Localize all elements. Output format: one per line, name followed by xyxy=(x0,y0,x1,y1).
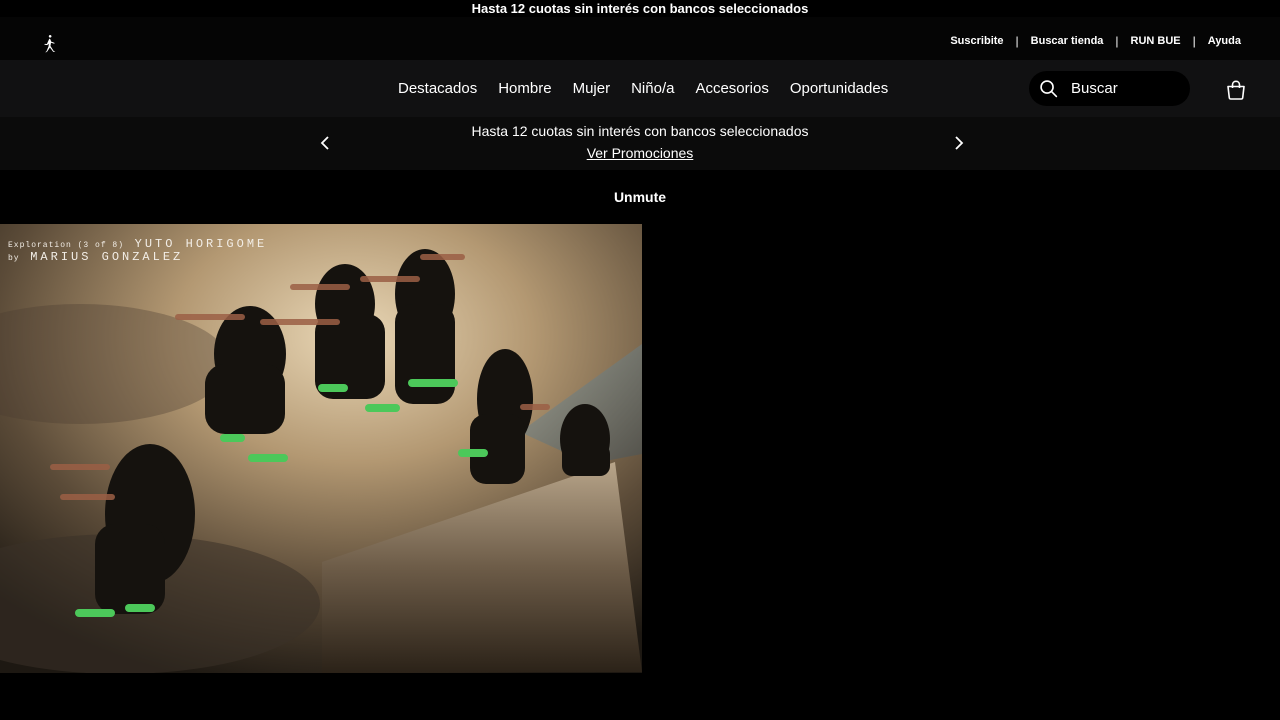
nav-menu: Destacados Hombre Mujer Niño/a Accesorio… xyxy=(398,80,888,97)
separator: | xyxy=(1115,34,1119,48)
main-nav: Destacados Hombre Mujer Niño/a Accesorio… xyxy=(0,60,1280,117)
search-box[interactable] xyxy=(1029,71,1190,106)
caption-by: by xyxy=(8,254,20,263)
nav-item-accessories[interactable]: Accesorios xyxy=(695,80,768,97)
promo-carousel: Hasta 12 cuotas sin interés con bancos s… xyxy=(0,117,1280,170)
view-promotions-link[interactable]: Ver Promociones xyxy=(587,145,694,161)
nav-item-sale[interactable]: Oportunidades xyxy=(790,80,888,97)
find-store-link[interactable]: Buscar tienda xyxy=(1031,35,1104,47)
search-input[interactable] xyxy=(1071,80,1181,97)
subscribe-link[interactable]: Suscribite xyxy=(950,35,1003,47)
top-banner-text: Hasta 12 cuotas sin interés con bancos s… xyxy=(471,1,809,16)
promo-text: Hasta 12 cuotas sin interés con bancos s… xyxy=(471,123,809,139)
promo-link-wrapper: Ver Promociones xyxy=(0,145,1280,161)
chevron-right-icon[interactable] xyxy=(952,135,966,151)
hero-video[interactable]: Exploration (3 of 8) YUTO HORIGOME by MA… xyxy=(0,224,642,673)
nav-item-women[interactable]: Mujer xyxy=(573,80,611,97)
utility-links: Suscribite | Buscar tienda | RUN BUE | A… xyxy=(950,34,1241,48)
separator: | xyxy=(1192,34,1196,48)
unmute-button[interactable]: Unmute xyxy=(0,189,1280,205)
top-promo-banner: Hasta 12 cuotas sin interés con bancos s… xyxy=(0,0,1280,17)
hero-image xyxy=(0,224,642,673)
video-caption: Exploration (3 of 8) YUTO HORIGOME by MA… xyxy=(8,238,267,264)
run-bue-link[interactable]: RUN BUE xyxy=(1131,35,1181,47)
nav-item-men[interactable]: Hombre xyxy=(498,80,551,97)
utility-bar: Suscribite | Buscar tienda | RUN BUE | A… xyxy=(0,17,1280,60)
jumpman-icon[interactable] xyxy=(38,33,60,55)
nav-item-featured[interactable]: Destacados xyxy=(398,80,477,97)
help-link[interactable]: Ayuda xyxy=(1208,35,1241,47)
nav-item-kids[interactable]: Niño/a xyxy=(631,80,674,97)
caption-author: MARIUS GONZALEZ xyxy=(30,250,184,264)
separator: | xyxy=(1015,34,1019,48)
caption-athlete: YUTO HORIGOME xyxy=(134,237,268,251)
search-icon[interactable] xyxy=(1039,79,1058,98)
bag-icon[interactable] xyxy=(1225,79,1247,101)
